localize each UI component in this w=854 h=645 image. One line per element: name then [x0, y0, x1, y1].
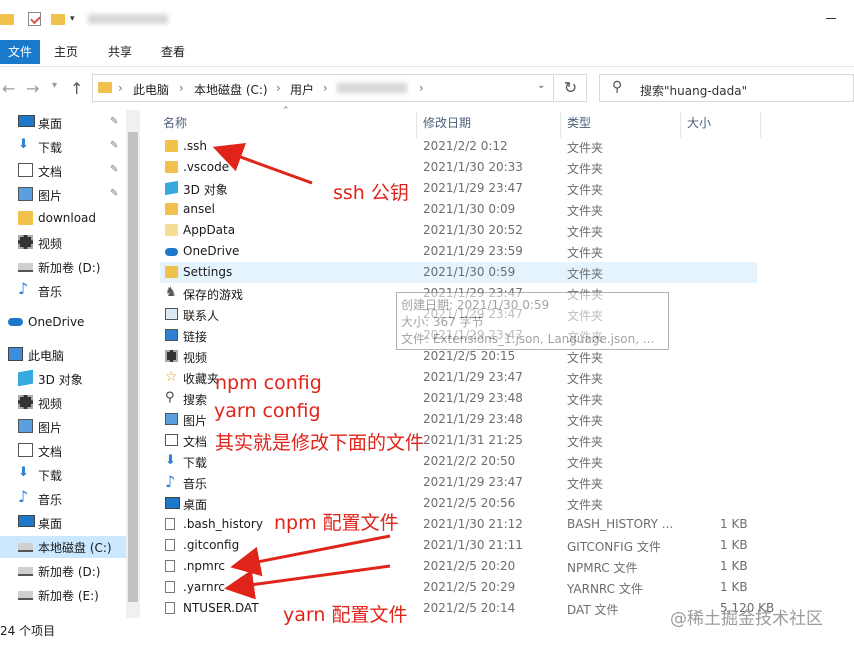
arrow-to-yarnrc — [224, 564, 391, 600]
annotation-arrows — [212, 143, 391, 600]
watermark: @稀土掘金技术社区 — [670, 609, 823, 629]
arrow-to-npmrc — [230, 534, 391, 577]
arrow-to-ssh — [212, 143, 313, 185]
